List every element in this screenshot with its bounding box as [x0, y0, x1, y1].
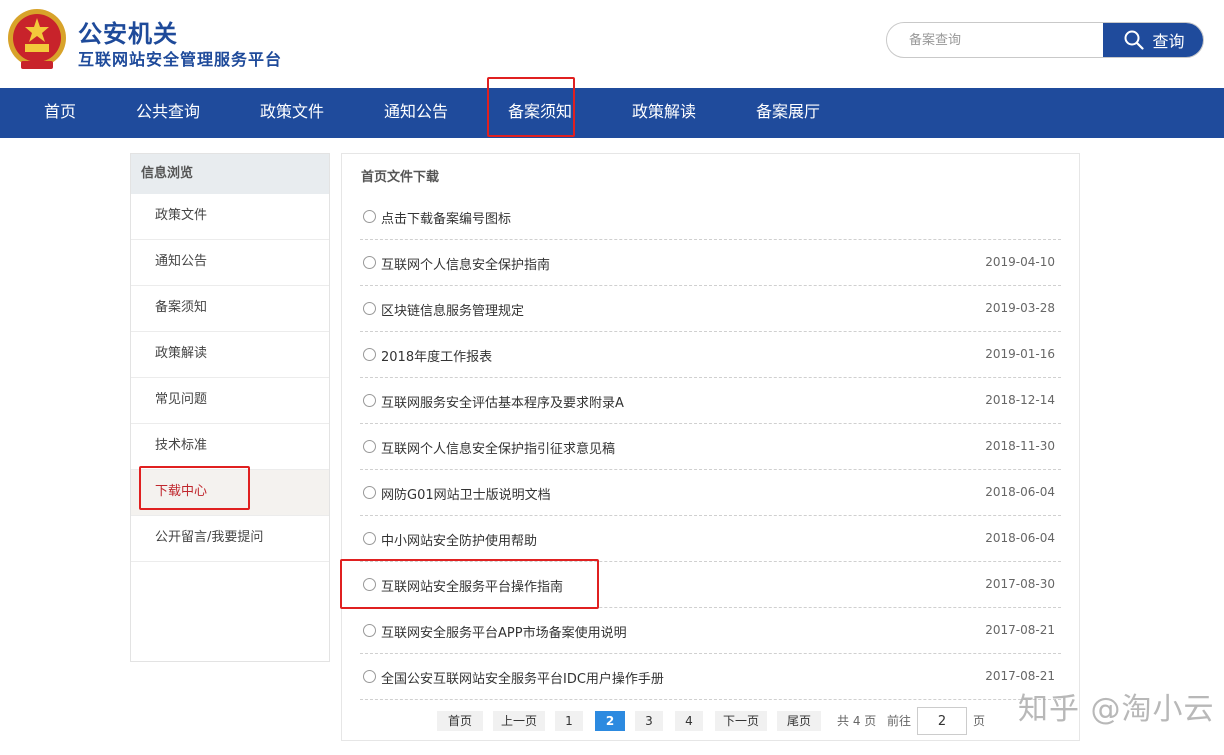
police-emblem-icon	[8, 9, 66, 69]
site-title: 公安机关	[78, 20, 178, 48]
nav-item-policy-files[interactable]: 政策文件	[260, 88, 324, 138]
list-item-title[interactable]: 网防G01网站卫士版说明文档	[381, 484, 551, 503]
circle-bullet-icon	[363, 532, 376, 545]
list-item-title[interactable]: 互联网安全服务平台APP市场备案使用说明	[381, 622, 627, 641]
circle-bullet-icon	[363, 394, 376, 407]
sidebar-item-public-message[interactable]: 公开留言/我要提问	[131, 516, 329, 562]
list-item[interactable]: 网防G01网站卫士版说明文档 2018-06-04	[360, 470, 1061, 516]
sidebar-item-filing-notes[interactable]: 备案须知	[131, 286, 329, 332]
search-button[interactable]: 查询	[1103, 23, 1203, 57]
list-item-title[interactable]: 互联网个人信息安全保护指引征求意见稿	[381, 438, 615, 457]
page-button-3[interactable]: 3	[635, 711, 663, 731]
search-button-label: 查询	[1152, 32, 1185, 51]
circle-bullet-icon	[363, 256, 376, 269]
sidebar: 信息浏览 政策文件 通知公告 备案须知 政策解读 常见问题 技术标准 下载中心 …	[130, 153, 330, 662]
nav-item-notices[interactable]: 通知公告	[384, 88, 448, 138]
list-item[interactable]: 互联网服务安全评估基本程序及要求附录A 2018-12-14	[360, 378, 1061, 424]
list-item-date: 2017-08-21	[985, 623, 1055, 637]
list-item[interactable]: 点击下载备案编号图标	[360, 194, 1061, 240]
page-last-button[interactable]: 尾页	[777, 711, 821, 731]
search-icon	[1124, 30, 1145, 50]
sidebar-item-policy-interpretation[interactable]: 政策解读	[131, 332, 329, 378]
list-item[interactable]: 2018年度工作报表 2019-01-16	[360, 332, 1061, 378]
list-item-title[interactable]: 互联网个人信息安全保护指南	[381, 254, 550, 273]
page-button-1[interactable]: 1	[555, 711, 583, 731]
circle-bullet-icon	[363, 486, 376, 499]
list-item-date: 2018-06-04	[985, 531, 1055, 545]
list-item-date: 2017-08-21	[985, 669, 1055, 683]
list-item-title[interactable]: 点击下载备案编号图标	[381, 208, 511, 227]
nav-item-filing-hall[interactable]: 备案展厅	[756, 88, 820, 138]
search-input[interactable]	[887, 23, 1103, 57]
sidebar-item-tech-standards[interactable]: 技术标准	[131, 424, 329, 470]
list-item[interactable]: 全国公安互联网站安全服务平台IDC用户操作手册 2017-08-21	[360, 654, 1061, 700]
sidebar-item-notices[interactable]: 通知公告	[131, 240, 329, 286]
nav-item-policy-interpretation[interactable]: 政策解读	[632, 88, 696, 138]
list-item-title[interactable]: 中小网站安全防护使用帮助	[381, 530, 537, 549]
circle-bullet-icon	[363, 210, 376, 223]
circle-bullet-icon	[363, 302, 376, 315]
sidebar-item-faq[interactable]: 常见问题	[131, 378, 329, 424]
page-prev-button[interactable]: 上一页	[493, 711, 545, 731]
file-list: 点击下载备案编号图标互联网个人信息安全保护指南 2019-04-10 区块链信息服务…	[360, 194, 1061, 700]
list-item[interactable]: 互联网安全服务平台APP市场备案使用说明 2017-08-21	[360, 608, 1061, 654]
nav-item-public-query[interactable]: 公共查询	[136, 88, 200, 138]
circle-bullet-icon	[363, 440, 376, 453]
site-header: 公安机关 互联网站安全管理服务平台 查询	[0, 0, 1224, 88]
sidebar-item-policy-files[interactable]: 政策文件	[131, 194, 329, 240]
main-nav: 首页 公共查询 政策文件 通知公告 备案须知 政策解读 备案展厅	[0, 88, 1224, 138]
list-item[interactable]: 互联网个人信息安全保护指南 2019-04-10	[360, 240, 1061, 286]
highlight-box-nav	[487, 77, 575, 137]
download-list-panel: 首页文件下载 点击下载备案编号图标互联网个人信息安全保护指南 2019-04-10…	[341, 153, 1080, 741]
list-item-date: 2019-01-16	[985, 347, 1055, 361]
zhihu-watermark: 知乎 @淘小云	[1018, 692, 1215, 727]
site-subtitle: 互联网站安全管理服务平台	[78, 50, 283, 69]
search-bar: 查询	[886, 22, 1204, 58]
list-item-title[interactable]: 2018年度工作报表	[381, 346, 492, 365]
page-goto-label: 前往	[887, 714, 912, 728]
highlight-box-sidebar	[139, 466, 250, 510]
list-item[interactable]: 区块链信息服务管理规定 2019-03-28	[360, 286, 1061, 332]
list-item-date: 2018-06-04	[985, 485, 1055, 499]
page-first-button[interactable]: 首页	[437, 711, 483, 731]
circle-bullet-icon	[363, 670, 376, 683]
list-item[interactable]: 中小网站安全防护使用帮助 2018-06-04	[360, 516, 1061, 562]
list-item-title[interactable]: 全国公安互联网站安全服务平台IDC用户操作手册	[381, 668, 664, 687]
page-button-2-current[interactable]: 2	[595, 711, 625, 731]
page-goto-input[interactable]	[917, 707, 967, 735]
circle-bullet-icon	[363, 348, 376, 361]
list-item-date: 2019-03-28	[985, 301, 1055, 315]
list-item-date: 2018-11-30	[985, 439, 1055, 453]
list-item-title[interactable]: 互联网服务安全评估基本程序及要求附录A	[381, 392, 624, 411]
page-total: 共 4 页	[837, 714, 877, 728]
list-item-date: 2018-12-14	[985, 393, 1055, 407]
panel-title: 首页文件下载	[361, 170, 440, 185]
list-item-date: 2019-04-10	[985, 255, 1055, 269]
page-button-4[interactable]: 4	[675, 711, 703, 731]
nav-item-home[interactable]: 首页	[44, 88, 76, 138]
list-item-title[interactable]: 区块链信息服务管理规定	[381, 300, 524, 319]
highlight-box-row	[340, 559, 599, 609]
circle-bullet-icon	[363, 624, 376, 637]
list-item-date: 2017-08-30	[985, 577, 1055, 591]
page-next-button[interactable]: 下一页	[715, 711, 767, 731]
list-item[interactable]: 互联网个人信息安全保护指引征求意见稿 2018-11-30	[360, 424, 1061, 470]
sidebar-heading: 信息浏览	[131, 154, 329, 194]
page-goto-suffix: 页	[973, 714, 986, 728]
